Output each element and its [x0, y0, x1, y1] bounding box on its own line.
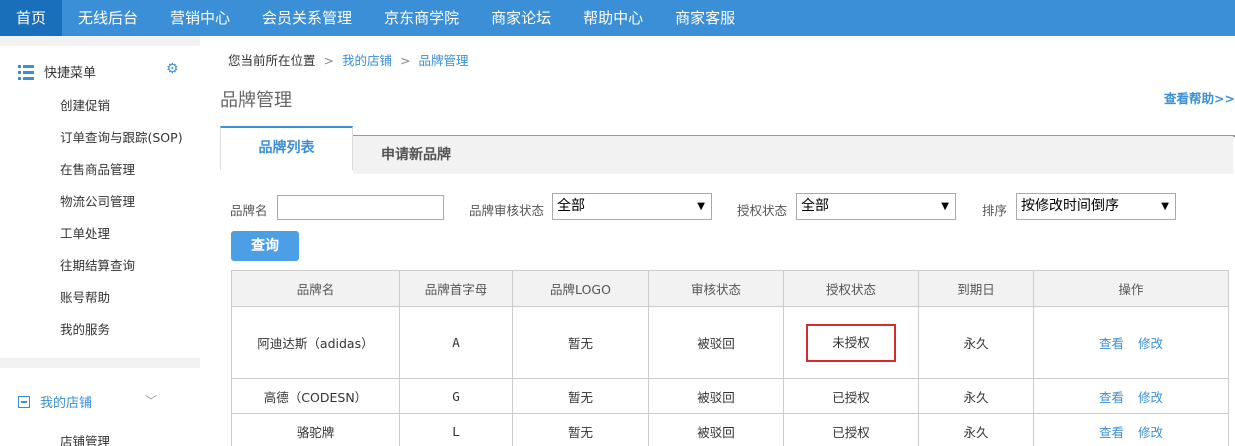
view-link[interactable]: 查看 [1099, 390, 1124, 405]
cell-initial: A [399, 306, 513, 379]
nav-help[interactable]: 帮助中心 [567, 0, 659, 36]
cell-initial: L [399, 413, 513, 446]
sidebar-item-account-help[interactable]: 账号帮助 [60, 287, 110, 306]
help-link[interactable]: 查看帮助>> [1164, 88, 1235, 107]
breadcrumb-my-shop[interactable]: 我的店铺 [342, 53, 392, 68]
cell-actions: 查看 修改 [1033, 413, 1229, 446]
sidebar-item-tickets[interactable]: 工单处理 [60, 223, 110, 242]
sidebar-item-create-promo[interactable]: 创建促销 [60, 95, 110, 114]
nav-member[interactable]: 会员关系管理 [246, 0, 368, 36]
breadcrumb-prefix: 您当前所在位置 [228, 53, 316, 68]
review-status-select[interactable]: 全部 ▼ [552, 193, 712, 220]
sidebar: 快捷菜单 ⚙ 创建促销 订单查询与跟踪(SOP) 在售商品管理 物流公司管理 工… [0, 46, 200, 446]
breadcrumb-brand-manage[interactable]: 品牌管理 [418, 53, 468, 68]
cell-review: 被驳回 [648, 378, 784, 414]
table-header-row: 品牌名 品牌首字母 品牌LOGO 审核状态 授权状态 到期日 操作 [231, 270, 1229, 307]
quick-menu-title: 快捷菜单 [44, 66, 97, 81]
gear-icon[interactable]: ⚙ [166, 61, 179, 77]
sort-value: 按修改时间倒序 [1021, 198, 1119, 214]
col-review: 审核状态 [648, 270, 784, 307]
cell-expire: 永久 [918, 306, 1034, 379]
nav-marketing[interactable]: 营销中心 [154, 0, 246, 36]
auth-status-label: 授权状态 [737, 203, 788, 218]
col-logo: 品牌LOGO [512, 270, 649, 307]
cell-expire: 永久 [918, 413, 1034, 446]
collapse-icon [18, 395, 30, 408]
brand-name-input[interactable] [277, 195, 444, 220]
cell-logo: 暂无 [512, 378, 649, 414]
cell-review: 被驳回 [648, 306, 784, 379]
my-shop-title: 我的店铺 [40, 396, 93, 411]
filter-bar: 品牌名 品牌审核状态 全部 ▼ 授权状态 全部 ▼ 排序 按修改时间倒序 ▼ [200, 193, 1235, 223]
edit-link[interactable]: 修改 [1138, 390, 1163, 405]
sidebar-item-order-query[interactable]: 订单查询与跟踪(SOP) [60, 127, 183, 146]
cell-initial: G [399, 378, 513, 414]
col-auth: 授权状态 [783, 270, 919, 307]
sidebar-item-my-service[interactable]: 我的服务 [60, 319, 110, 338]
nav-service[interactable]: 商家客服 [659, 0, 751, 36]
chevron-down-icon[interactable]: ﹀ [145, 392, 157, 409]
nav-home[interactable]: 首页 [0, 0, 63, 36]
table-row: 高德（CODESN） G 暂无 被驳回 已授权 永久 查看 修改 [231, 378, 1229, 414]
cell-auth: 已授权 [783, 378, 919, 414]
cell-actions: 查看 修改 [1033, 378, 1229, 414]
sort-select[interactable]: 按修改时间倒序 ▼ [1016, 193, 1176, 220]
view-link[interactable]: 查看 [1099, 336, 1124, 351]
brand-name-label: 品牌名 [230, 203, 268, 218]
cell-review: 被驳回 [648, 413, 784, 446]
cell-auth: 已授权 [783, 413, 919, 446]
quick-menu-panel: 快捷菜单 ⚙ 创建促销 订单查询与跟踪(SOP) 在售商品管理 物流公司管理 工… [0, 46, 200, 358]
col-actions: 操作 [1033, 270, 1229, 307]
review-status-label: 品牌审核状态 [469, 203, 545, 218]
col-initial: 品牌首字母 [399, 270, 513, 307]
table-row: 骆驼牌 L 暂无 被驳回 已授权 永久 查看 修改 [231, 413, 1229, 446]
cell-brand-name: 阿迪达斯（adidas） [231, 306, 400, 379]
sidebar-item-products[interactable]: 在售商品管理 [60, 159, 135, 178]
review-status-value: 全部 [557, 198, 585, 214]
auth-status-value: 全部 [801, 198, 829, 214]
cell-brand-name: 高德（CODESN） [231, 378, 400, 414]
page-title: 品牌管理 [220, 90, 292, 111]
my-shop-panel: 我的店铺 ﹀ 店铺管理 [0, 368, 200, 446]
cell-logo: 暂无 [512, 413, 649, 446]
cell-auth: 未授权 [783, 306, 919, 379]
table-row: 阿迪达斯（adidas） A 暂无 被驳回 未授权 永久 查看 修改 [231, 306, 1229, 379]
auth-status-select[interactable]: 全部 ▼ [796, 193, 956, 220]
my-shop-header[interactable]: 我的店铺 [18, 392, 92, 411]
col-brand-name: 品牌名 [231, 270, 400, 307]
tab-apply-brand[interactable]: 申请新品牌 [353, 136, 1233, 174]
dropdown-arrow-icon: ▼ [1161, 201, 1169, 212]
sidebar-item-logistics[interactable]: 物流公司管理 [60, 191, 135, 210]
breadcrumb-sep: > [323, 53, 334, 68]
brand-table: 品牌名 品牌首字母 品牌LOGO 审核状态 授权状态 到期日 操作 阿迪达斯（a… [231, 270, 1229, 446]
query-button[interactable]: 查询 [231, 231, 299, 261]
cell-actions: 查看 修改 [1033, 306, 1229, 379]
breadcrumb-sep: > [399, 53, 411, 68]
dropdown-arrow-icon: ▼ [941, 201, 949, 212]
top-nav: 首页 无线后台 营销中心 会员关系管理 京东商学院 商家论坛 帮助中心 商家客服 [0, 0, 1235, 36]
view-link[interactable]: 查看 [1099, 425, 1124, 440]
highlighted-auth-status: 未授权 [806, 323, 896, 362]
dropdown-arrow-icon: ▼ [697, 201, 705, 212]
quick-menu-header[interactable]: 快捷菜单 [18, 62, 96, 81]
cell-expire: 永久 [918, 378, 1034, 414]
edit-link[interactable]: 修改 [1138, 425, 1163, 440]
nav-wireless[interactable]: 无线后台 [62, 0, 154, 36]
sort-label: 排序 [982, 203, 1008, 218]
edit-link[interactable]: 修改 [1138, 336, 1163, 351]
main-content: 您当前所在位置 > 我的店铺 > 品牌管理 品牌管理 查看帮助>> 品牌列表 申… [200, 36, 1235, 446]
cell-logo: 暂无 [512, 306, 649, 379]
sidebar-item-settlement[interactable]: 往期结算查询 [60, 255, 135, 274]
breadcrumb: 您当前所在位置 > 我的店铺 > 品牌管理 [228, 50, 468, 69]
nav-academy[interactable]: 京东商学院 [368, 0, 475, 36]
nav-forum[interactable]: 商家论坛 [475, 0, 567, 36]
col-expire: 到期日 [918, 270, 1034, 307]
sidebar-item-shop-manage[interactable]: 店铺管理 [60, 431, 110, 446]
tab-brand-list[interactable]: 品牌列表 [220, 126, 353, 170]
list-icon [18, 64, 34, 80]
cell-brand-name: 骆驼牌 [231, 413, 400, 446]
